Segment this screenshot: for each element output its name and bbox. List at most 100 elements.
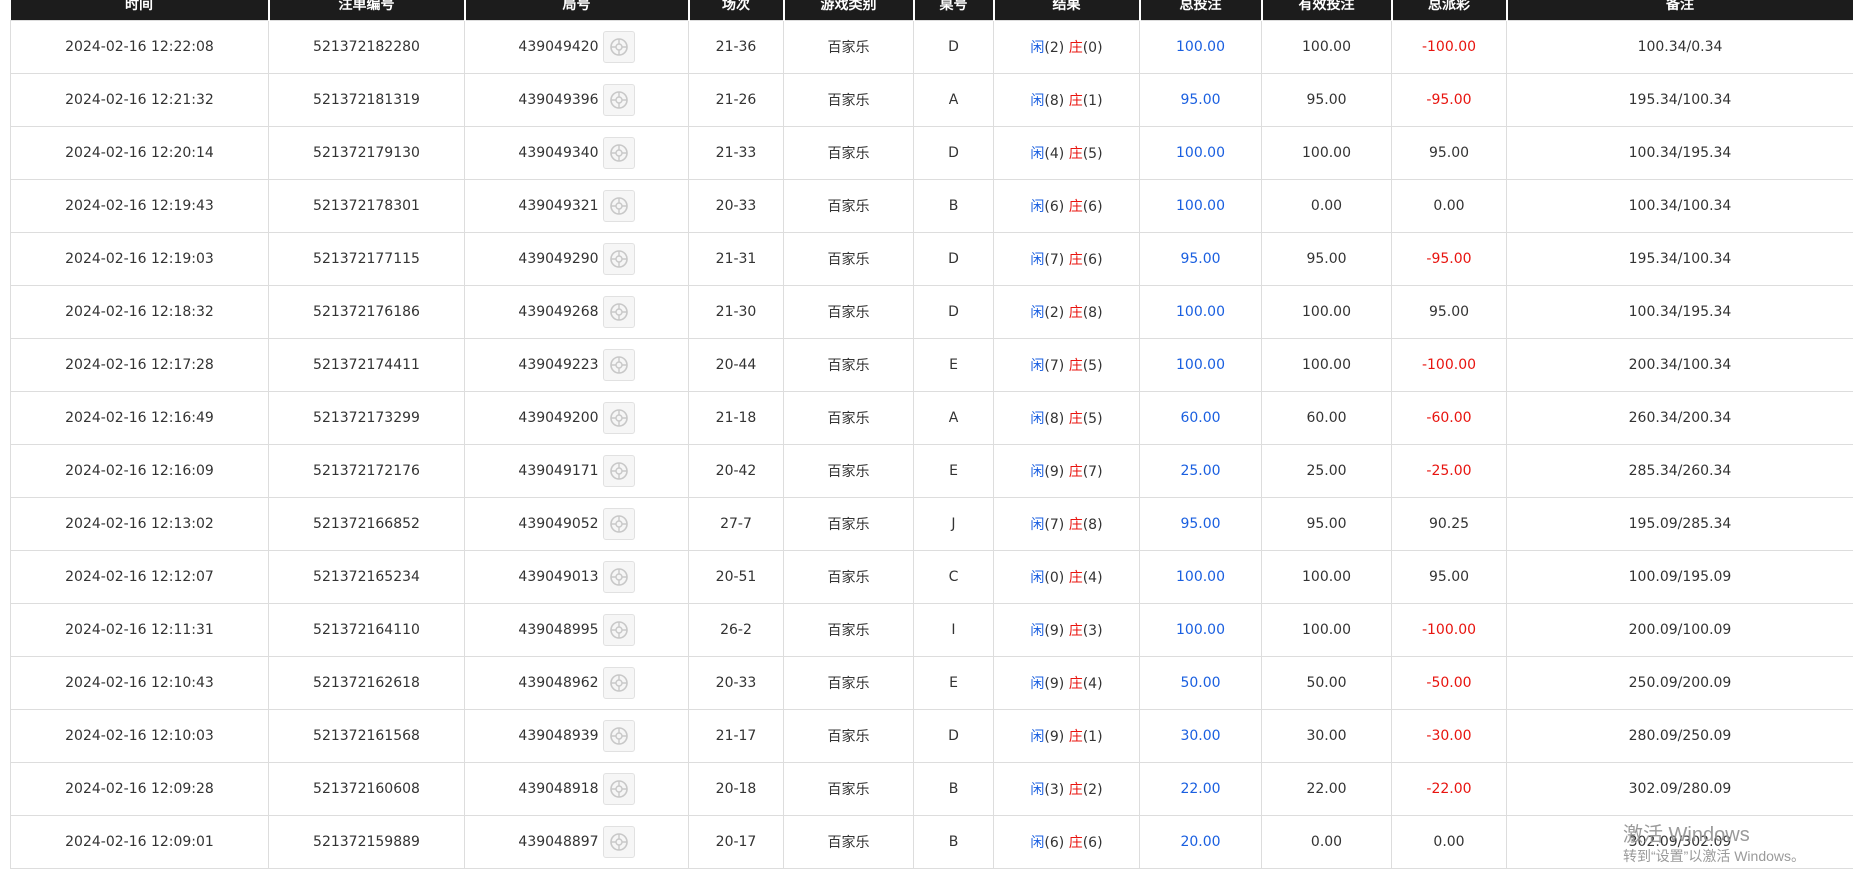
result-player-label: 闲 — [1030, 729, 1045, 745]
cell-valid-bet: 100.00 — [1261, 285, 1392, 339]
cell-valid-bet: 50.00 — [1261, 656, 1392, 710]
table-row: 2024-02-16 12:09:28 521372160608 439048918… — [10, 762, 1853, 816]
cell-valid-bet: 22.00 — [1261, 762, 1392, 816]
cell-valid-bet: 100.00 — [1261, 603, 1392, 657]
result-player-score: (6) — [1044, 835, 1065, 851]
result-banker-label: 庄 — [1068, 729, 1083, 745]
round-replay-button[interactable] — [602, 190, 635, 222]
round-replay-button[interactable] — [602, 137, 635, 169]
cell-note: 100.34/195.34 — [1506, 285, 1853, 339]
cell-note: 100.09/195.09 — [1506, 550, 1853, 604]
result-banker-score: (0) — [1082, 40, 1103, 56]
cell-table-no: D — [913, 20, 994, 74]
round-replay-button[interactable] — [602, 773, 635, 805]
result-player-label: 闲 — [1030, 623, 1045, 639]
cell-total-bet: 100.00 — [1139, 550, 1262, 604]
result-banker-score: (6) — [1082, 835, 1103, 851]
cell-order-no: 521372162618 — [268, 656, 465, 710]
cell-round-no: 439049171 — [464, 444, 689, 498]
cell-time: 2024-02-16 12:16:49 — [10, 391, 269, 445]
round-replay-button[interactable] — [602, 720, 635, 752]
cell-valid-bet: 0.00 — [1261, 815, 1392, 869]
result-banker-score: (5) — [1082, 146, 1103, 162]
round-replay-button[interactable] — [602, 667, 635, 699]
cell-time: 2024-02-16 12:12:07 — [10, 550, 269, 604]
cell-time: 2024-02-16 12:16:09 — [10, 444, 269, 498]
cell-order-no: 521372159889 — [268, 815, 465, 869]
cell-order-no: 521372164110 — [268, 603, 465, 657]
cell-game-type: 百家乐 — [783, 550, 914, 604]
cell-note: 280.09/250.09 — [1506, 709, 1853, 763]
cell-result: 闲(7) 庄(6) — [993, 232, 1140, 286]
cell-note: 195.34/100.34 — [1506, 73, 1853, 127]
col-header-valid-bet: 有效投注 — [1261, 0, 1393, 21]
round-no-text: 439048995 — [518, 622, 599, 638]
cell-table-no: J — [913, 497, 994, 551]
cell-session: 20-17 — [688, 815, 784, 869]
round-replay-button[interactable] — [602, 402, 635, 434]
round-replay-button[interactable] — [602, 349, 635, 381]
cell-game-type: 百家乐 — [783, 20, 914, 74]
cell-game-type: 百家乐 — [783, 232, 914, 286]
cell-game-type: 百家乐 — [783, 656, 914, 710]
result-banker-label: 庄 — [1068, 517, 1083, 533]
cell-game-type: 百家乐 — [783, 179, 914, 233]
result-player-label: 闲 — [1030, 835, 1045, 851]
cell-total-bet: 95.00 — [1139, 73, 1262, 127]
cell-time: 2024-02-16 12:19:43 — [10, 179, 269, 233]
table-row: 2024-02-16 12:18:32 521372176186 439049268… — [10, 285, 1853, 339]
result-banker-score: (6) — [1082, 199, 1103, 215]
cell-game-type: 百家乐 — [783, 603, 914, 657]
result-player-score: (2) — [1044, 305, 1065, 321]
cell-valid-bet: 100.00 — [1261, 126, 1392, 180]
cell-order-no: 521372179130 — [268, 126, 465, 180]
round-replay-button[interactable] — [602, 508, 635, 540]
cell-session: 26-2 — [688, 603, 784, 657]
cell-valid-bet: 100.00 — [1261, 20, 1392, 74]
round-replay-button[interactable] — [602, 84, 635, 116]
cell-session: 20-44 — [688, 338, 784, 392]
cell-total-bet: 22.00 — [1139, 762, 1262, 816]
result-player-label: 闲 — [1030, 570, 1045, 586]
cell-total-bet: 100.00 — [1139, 338, 1262, 392]
result-player-score: (4) — [1044, 146, 1065, 162]
cell-result: 闲(9) 庄(1) — [993, 709, 1140, 763]
cell-round-no: 439048962 — [464, 656, 689, 710]
cell-round-no: 439049052 — [464, 497, 689, 551]
round-replay-button[interactable] — [602, 455, 635, 487]
result-player-score: (6) — [1044, 199, 1065, 215]
round-replay-button[interactable] — [602, 296, 635, 328]
round-replay-button[interactable] — [602, 826, 635, 858]
cell-round-no: 439048897 — [464, 815, 689, 869]
cell-session: 20-42 — [688, 444, 784, 498]
cell-table-no: D — [913, 709, 994, 763]
table-row: 2024-02-16 12:21:32 521372181319 439049396… — [10, 73, 1853, 127]
cell-order-no: 521372166852 — [268, 497, 465, 551]
round-replay-button[interactable] — [602, 31, 635, 63]
cell-table-no: D — [913, 285, 994, 339]
cell-result: 闲(4) 庄(5) — [993, 126, 1140, 180]
result-player-label: 闲 — [1030, 93, 1045, 109]
result-player-label: 闲 — [1030, 676, 1045, 692]
cell-total-bet: 20.00 — [1139, 815, 1262, 869]
cell-session: 20-18 — [688, 762, 784, 816]
round-replay-button[interactable] — [602, 243, 635, 275]
cell-valid-bet: 30.00 — [1261, 709, 1392, 763]
result-banker-score: (8) — [1082, 305, 1103, 321]
round-replay-button[interactable] — [602, 614, 635, 646]
round-replay-button[interactable] — [602, 561, 635, 593]
round-no-text: 439049223 — [518, 357, 599, 373]
cell-game-type: 百家乐 — [783, 285, 914, 339]
col-header-table-no: 桌号 — [913, 0, 995, 21]
result-player-score: (3) — [1044, 782, 1065, 798]
cell-result: 闲(8) 庄(5) — [993, 391, 1140, 445]
cell-payout: 95.00 — [1391, 285, 1507, 339]
col-header-game-type: 游戏类别 — [783, 0, 915, 21]
cell-round-no: 439048939 — [464, 709, 689, 763]
cell-note: 200.09/100.09 — [1506, 603, 1853, 657]
cell-result: 闲(8) 庄(1) — [993, 73, 1140, 127]
result-player-score: (7) — [1044, 517, 1065, 533]
cell-round-no: 439049223 — [464, 338, 689, 392]
cell-payout: -60.00 — [1391, 391, 1507, 445]
cell-round-no: 439049396 — [464, 73, 689, 127]
